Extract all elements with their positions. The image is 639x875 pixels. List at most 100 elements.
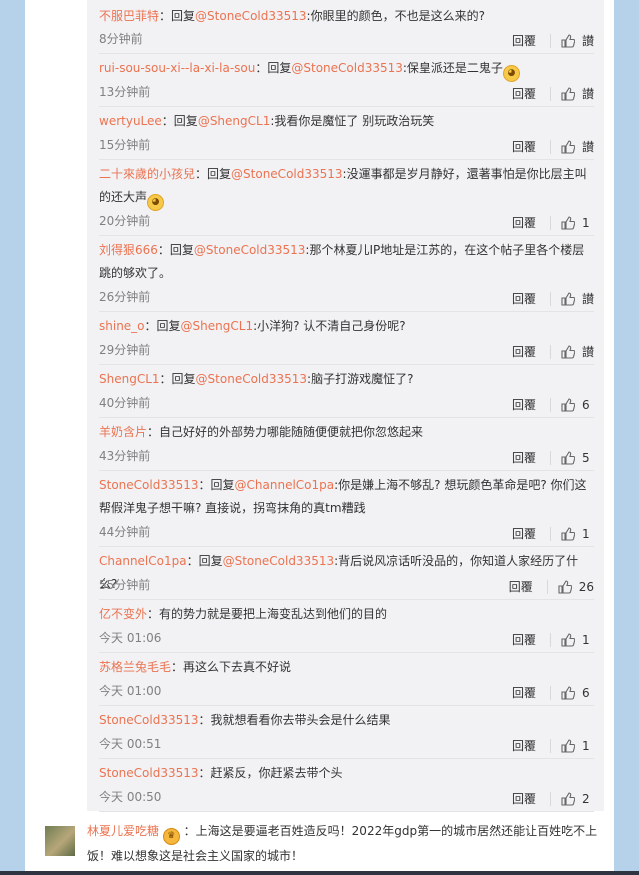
like-count[interactable]: 5 [582,451,594,465]
reply-text: 亿不变外：有的势力就是要把上海变乱达到他们的目的 [99,603,594,626]
like-count[interactable]: 讃 [582,32,594,49]
like-count[interactable]: 1 [582,633,594,647]
reply-button[interactable]: 回覆 [512,525,536,542]
reply-button[interactable]: 回覆 [512,32,536,49]
divider [546,579,548,594]
reply-text: rui-sou-sou-xi--la-xi-la-sou：回复@StoneCol… [99,57,594,82]
reply-button[interactable]: 回覆 [512,737,536,754]
like-count[interactable]: 讃 [582,343,594,360]
reply-actions: 回覆 讃 [512,290,594,307]
reply-button[interactable]: 回覆 [512,790,536,807]
reply-text: StoneCold33513：赶紧反，你赶紧去带个头 [99,762,594,785]
like-count[interactable]: 1 [582,527,594,541]
reply-button[interactable]: 回覆 [509,578,533,595]
like-icon[interactable] [561,526,575,541]
like-icon[interactable] [561,215,575,230]
reply-time: 43分钟前 [99,449,151,463]
reply-prefix: ：回复 [186,554,223,568]
reply-button[interactable]: 回覆 [512,290,536,307]
like-icon[interactable] [561,86,575,101]
reply-button[interactable]: 回覆 [512,85,536,102]
like-icon[interactable] [561,450,575,465]
like-count[interactable]: 讃 [582,138,594,155]
like-icon[interactable] [561,139,575,154]
reply-button[interactable]: 回覆 [512,396,536,413]
reply-username[interactable]: shine_o [99,319,145,333]
like-icon[interactable] [561,344,575,359]
bottom-bar [0,871,639,875]
reply-username[interactable]: 二十來歲的小孩兒 [99,167,195,181]
reply-button[interactable]: 回覆 [512,214,536,231]
like-icon[interactable] [558,579,572,594]
reply-text: 羊奶含片：自己好好的外部势力哪能随随便便就把你忽悠起来 [99,421,594,444]
reply-button[interactable]: 回覆 [512,343,536,360]
reply-username[interactable]: StoneCold33513 [99,478,199,492]
reply-row: StoneCold33513：回复@ChannelCo1pa:你是嫌上海不够乱?… [99,470,594,547]
reply-button[interactable]: 回覆 [512,631,536,648]
smirk-emoji-icon: ◕ [502,65,520,82]
reply-actions: 回覆 6 [512,684,594,701]
reply-mention[interactable]: @StoneCold33513 [195,9,307,23]
reply-username[interactable]: ShengCL1 [99,372,160,386]
reply-time: 29分钟前 [99,343,151,357]
reply-mention[interactable]: @StoneCold33513 [194,243,306,257]
like-icon[interactable] [561,291,575,306]
reply-button[interactable]: 回覆 [512,138,536,155]
reply-body: 再这么下去真不好说 [183,660,292,674]
reply-mention[interactable]: @StoneCold33513 [196,372,308,386]
reply-row: 亿不变外：有的势力就是要把上海变乱达到他们的目的 今天 01:06 回覆 1 [99,599,594,653]
like-icon[interactable] [561,632,575,647]
reply-button[interactable]: 回覆 [512,449,536,466]
like-icon[interactable] [561,33,575,48]
reply-username[interactable]: 刘得狠666 [99,243,158,257]
like-icon[interactable] [561,791,575,806]
reply-username[interactable]: wertyuLee [99,114,162,128]
reply-username[interactable]: 不服巴菲特 [99,9,159,23]
reply-username[interactable]: 亿不变外 [99,607,147,621]
like-count[interactable]: 讃 [582,85,594,102]
reply-username[interactable]: rui-sou-sou-xi--la-xi-la-sou [99,61,255,75]
reply-mention[interactable]: @ChannelCo1pa [235,478,335,492]
avatar[interactable] [45,826,75,856]
reply-text: shine_o：回复@ShengCL1:小洋狗? 认不清自己身份呢? [99,315,594,338]
like-count[interactable]: 讃 [582,290,594,307]
reply-username[interactable]: StoneCold33513 [99,713,199,727]
reply-mention[interactable]: @StoneCold33513 [231,167,343,181]
like-icon[interactable] [561,738,575,753]
reply-mention[interactable]: @ShengCL1 [198,114,271,128]
main-comment-body: ：上海这是要逼老百姓造反吗！2022年gdp第一的城市居然还能让百姓吃不上饭！难… [87,824,598,863]
reply-text: 不服巴菲特：回复@StoneCold33513:你眼里的颜色，不也是这么来的? [99,5,594,28]
like-count[interactable]: 1 [582,739,594,753]
reply-prefix: ：回复 [198,478,235,492]
reply-prefix: ：回复 [161,114,198,128]
reply-time: 15分钟前 [99,138,151,152]
reply-actions: 回覆 讃 [512,32,594,49]
smirk-emoji-icon: ◕ [147,194,165,211]
reply-username[interactable]: ChannelCo1pa [99,554,187,568]
like-icon[interactable] [561,685,575,700]
like-count[interactable]: 1 [582,216,594,230]
divider [550,632,551,647]
reply-username[interactable]: 苏格兰兔毛毛 [99,660,171,674]
main-comment-username[interactable]: 林夏儿爱吃糖 [87,824,159,838]
like-count[interactable]: 6 [582,398,594,412]
like-count[interactable]: 26 [579,580,594,594]
reply-mention[interactable]: @ShengCL1 [181,319,254,333]
reply-text: ShengCL1：回复@StoneCold33513:脑子打游戏魔怔了? [99,368,594,391]
reply-mention[interactable]: @StoneCold33513 [223,554,335,568]
like-count[interactable]: 2 [582,792,594,806]
reply-username[interactable]: 羊奶含片 [99,425,147,439]
reply-button[interactable]: 回覆 [512,684,536,701]
reply-mention[interactable]: @StoneCold33513 [291,61,403,75]
reply-text: 刘得狠666：回复@StoneCold33513:那个林夏儿IP地址是江苏的，在… [99,239,594,285]
reply-prefix: ：回复 [255,61,292,75]
reply-time: 今天 00:51 [99,737,162,751]
divider [549,344,551,359]
like-icon[interactable] [561,397,575,412]
reply-prefix: ：回复 [195,167,232,181]
reply-username[interactable]: StoneCold33513 [99,766,199,780]
like-count[interactable]: 6 [582,686,594,700]
reply-time: 20分钟前 [99,214,151,228]
reply-time: 26分钟前 [99,290,151,304]
divider [550,397,551,412]
